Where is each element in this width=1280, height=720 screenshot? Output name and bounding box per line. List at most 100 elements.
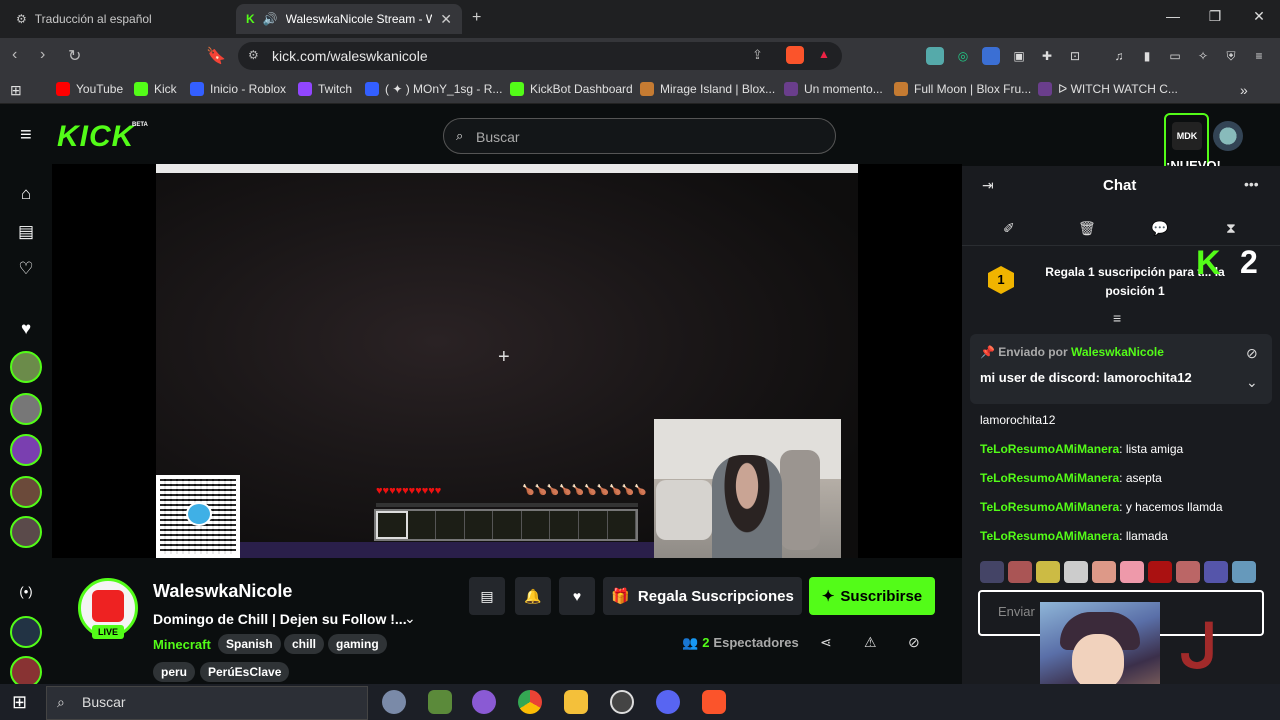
chrome-icon[interactable] [518, 690, 542, 714]
following-icon[interactable]: ♡ [16, 259, 36, 279]
share-icon[interactable]: ⋖ [820, 634, 832, 651]
followed-channel-avatar[interactable] [10, 434, 42, 466]
user-avatar[interactable] [1213, 121, 1243, 151]
bookmark-full-moon[interactable]: Full Moon | Blox Fru... [894, 82, 1031, 96]
unpin-icon[interactable]: ⊘ [1246, 345, 1258, 362]
tag[interactable]: peru [153, 662, 196, 682]
bookmark-witch-watch[interactable]: ᐅ WITCH WATCH C... [1038, 82, 1178, 96]
report-icon[interactable]: ⚠ [864, 634, 877, 651]
chat-username[interactable]: TeLoResumoAMiManera [980, 500, 1119, 514]
follow-heart-button[interactable]: ♥ [559, 577, 595, 615]
bookmark-mirage[interactable]: Mirage Island | Blox... [640, 82, 775, 96]
app-icon[interactable] [382, 690, 406, 714]
address-bar[interactable]: ⚙ kick.com/waleswkanicole ⇪ ▲ [238, 42, 842, 70]
bookmark-twitch[interactable]: Twitch [298, 82, 352, 96]
emote[interactable] [1120, 561, 1144, 583]
chat-username[interactable]: TeLoResumoAMiManera [980, 442, 1119, 456]
media-icon[interactable]: ♫ [1110, 47, 1128, 65]
site-info-icon[interactable]: ⚙ [248, 48, 259, 62]
notification-bell-button[interactable]: 🔔 [515, 577, 551, 615]
minecraft-icon[interactable] [428, 690, 452, 714]
hide-icon[interactable]: ⊘ [908, 634, 920, 651]
bookmark-youtube[interactable]: YouTube [56, 82, 123, 96]
hourglass-icon[interactable]: ⧗ [1226, 220, 1236, 237]
followed-channel-avatar[interactable] [10, 516, 42, 548]
tab-stream[interactable]: K 🔊 WaleswkaNicole Stream - Wa ✕ [236, 4, 462, 34]
theater-mode-button[interactable]: ▤ [469, 577, 505, 615]
chat-options-icon[interactable]: ••• [1244, 176, 1259, 192]
bookmark-un-momento[interactable]: Un momento... [784, 82, 883, 96]
tag[interactable]: PerúEsClave [200, 662, 290, 682]
subscribe-button[interactable]: ✦ Suscribirse [809, 577, 935, 615]
translate-extension-icon[interactable] [982, 47, 1000, 65]
bookmark-roblox[interactable]: Inicio - Roblox [190, 82, 286, 96]
clear-chat-icon[interactable]: 🗑 [1078, 220, 1096, 237]
emote[interactable] [1064, 561, 1088, 583]
reload-icon[interactable]: ↻ [68, 46, 81, 66]
bookmark-kickbot[interactable]: KickBot Dashboard [510, 82, 633, 96]
bookmark-roblox-profile[interactable]: ( ✦ ) MOnY_1sg - R... [365, 82, 502, 96]
followed-channel-avatar[interactable] [10, 393, 42, 425]
emote[interactable] [1092, 561, 1116, 583]
extension-icon[interactable]: ▣ [1010, 47, 1028, 65]
followed-channel-avatar[interactable] [10, 351, 42, 383]
windows-start-icon[interactable]: ⊞ [12, 692, 27, 713]
brave-icon[interactable] [702, 690, 726, 714]
back-icon[interactable]: ‹ [12, 46, 17, 64]
bookmark-kick[interactable]: Kick [134, 82, 177, 96]
streamer-name[interactable]: WaleswkaNicole [153, 581, 292, 602]
gift-subscriptions-button[interactable]: 🎁 Regala Suscripciones [603, 577, 802, 615]
emote[interactable] [1204, 561, 1228, 583]
chat-username[interactable]: TeLoResumoAMiManera [980, 471, 1119, 485]
emote[interactable] [1036, 561, 1060, 583]
followed-channel-avatar[interactable] [10, 476, 42, 508]
url-text[interactable]: kick.com/waleswkanicole [272, 48, 428, 64]
minimize-button[interactable]: — [1158, 8, 1188, 24]
kick-logo[interactable]: KICK [57, 120, 134, 154]
leo-icon[interactable]: ✧ [1194, 47, 1212, 65]
apps-icon[interactable]: ⊞ [10, 82, 22, 99]
tag[interactable]: chill [284, 634, 325, 654]
chat-username[interactable]: TeLoResumoAMiManera [980, 529, 1119, 543]
filter-icon[interactable]: ≡ [1113, 310, 1121, 326]
tag[interactable]: gaming [328, 634, 387, 654]
obs-icon[interactable] [610, 690, 634, 714]
puzzle-icon[interactable]: ✚ [1038, 47, 1056, 65]
tab-translation[interactable]: ⚙ Traducción al español [6, 4, 232, 34]
file-explorer-icon[interactable] [564, 690, 588, 714]
collapse-chat-icon[interactable]: ⇥ [982, 177, 994, 194]
extension-icon[interactable]: ◎ [954, 47, 972, 65]
forward-icon[interactable]: › [40, 46, 45, 64]
bookmark-icon[interactable]: 🔖 [206, 46, 226, 66]
chat-bubble-icon[interactable]: 💬 [1151, 220, 1168, 237]
share-icon[interactable]: ⇪ [752, 47, 763, 63]
wallet-icon[interactable]: ▭ [1166, 47, 1184, 65]
vpn-icon[interactable]: ⛨ [1222, 47, 1240, 65]
maximize-button[interactable]: ❐ [1200, 8, 1230, 25]
tag[interactable]: Spanish [218, 634, 281, 654]
pin-tool-icon[interactable]: ✐ [1003, 220, 1015, 237]
stream-category[interactable]: Minecraft [153, 637, 211, 652]
browse-icon[interactable]: ▤ [16, 222, 36, 242]
emote[interactable] [1232, 561, 1256, 583]
recommended-channel-avatar[interactable] [10, 616, 42, 648]
close-tab-icon[interactable]: ✕ [440, 11, 452, 28]
home-icon[interactable]: ⌂ [16, 184, 36, 204]
discord-icon[interactable] [656, 690, 680, 714]
search-input[interactable]: ⌕ Buscar [443, 118, 836, 154]
sidebar-icon[interactable]: ▮ [1138, 47, 1156, 65]
emote[interactable] [1008, 561, 1032, 583]
expand-pinned-icon[interactable]: ⌄ [1246, 374, 1258, 391]
chevron-down-icon[interactable]: ⌄ [404, 610, 416, 627]
pinned-user[interactable]: WaleswkaNicole [1071, 345, 1164, 359]
extension-icon[interactable] [926, 47, 944, 65]
emote[interactable] [1176, 561, 1200, 583]
emote[interactable] [1148, 561, 1172, 583]
more-bookmarks-icon[interactable]: » [1240, 82, 1248, 98]
emote[interactable] [980, 561, 1004, 583]
extension-icon[interactable]: ⊡ [1066, 47, 1084, 65]
brave-shield-icon[interactable] [786, 46, 804, 64]
brave-rewards-icon[interactable]: ▲ [818, 47, 830, 61]
close-window-button[interactable]: ✕ [1244, 8, 1274, 25]
new-tab-button[interactable]: + [472, 9, 481, 27]
